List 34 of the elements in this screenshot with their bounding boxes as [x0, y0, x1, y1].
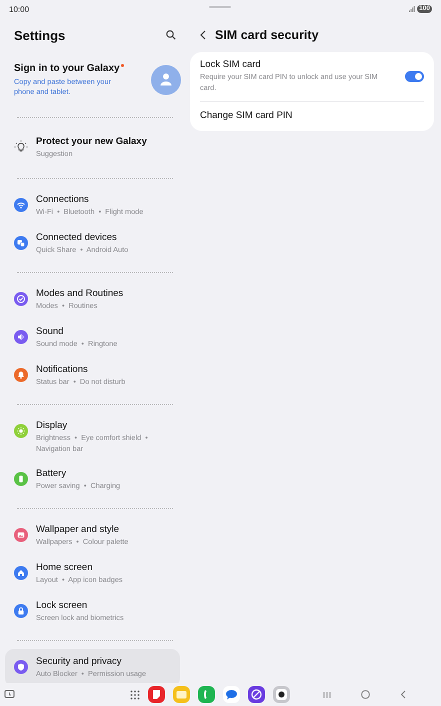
- clock: 10:00: [9, 4, 30, 14]
- app-grid-icon[interactable]: [130, 690, 140, 700]
- item-title: Wallpaper and style: [36, 524, 120, 536]
- window-handle[interactable]: [209, 6, 231, 8]
- setting-link[interactable]: Change SIM card PIN: [200, 110, 292, 122]
- item-title: Display: [36, 420, 68, 432]
- item-title: Notifications: [36, 364, 89, 376]
- item-title: Battery: [36, 468, 68, 480]
- account-title: Sign in to your Galaxy: [14, 63, 120, 74]
- item-title: Connections: [36, 194, 90, 206]
- item-title: Home screen: [36, 562, 94, 574]
- item-title: Security and privacy: [36, 656, 123, 668]
- browser-app-icon[interactable]: [248, 686, 265, 703]
- message-app-icon[interactable]: [223, 686, 240, 703]
- page-title: Settings: [14, 28, 66, 42]
- item-title: Modes and Routines: [36, 288, 124, 300]
- item-title: Protect your new Galaxy: [36, 136, 148, 148]
- lightbulb-icon: [14, 140, 28, 154]
- item-title: Connected devices: [36, 232, 118, 244]
- setting-title: Lock SIM card: [200, 59, 262, 71]
- avatar-icon: [151, 65, 181, 95]
- back-icon[interactable]: [200, 30, 206, 40]
- toggle-switch[interactable]: [405, 70, 424, 82]
- phone-app-icon[interactable]: [198, 686, 215, 703]
- item-title: Lock screen: [36, 600, 88, 612]
- screenshot-icon[interactable]: [4, 689, 15, 700]
- notes-app-icon[interactable]: [148, 686, 165, 703]
- item-title: Sound: [36, 326, 64, 338]
- signal-icon: [409, 6, 416, 12]
- page-title: SIM card security: [215, 28, 319, 42]
- home-button-icon[interactable]: [361, 690, 370, 699]
- camera-app-icon[interactable]: [273, 686, 290, 703]
- recent-apps-icon[interactable]: [323, 690, 331, 698]
- search-icon[interactable]: [166, 30, 176, 40]
